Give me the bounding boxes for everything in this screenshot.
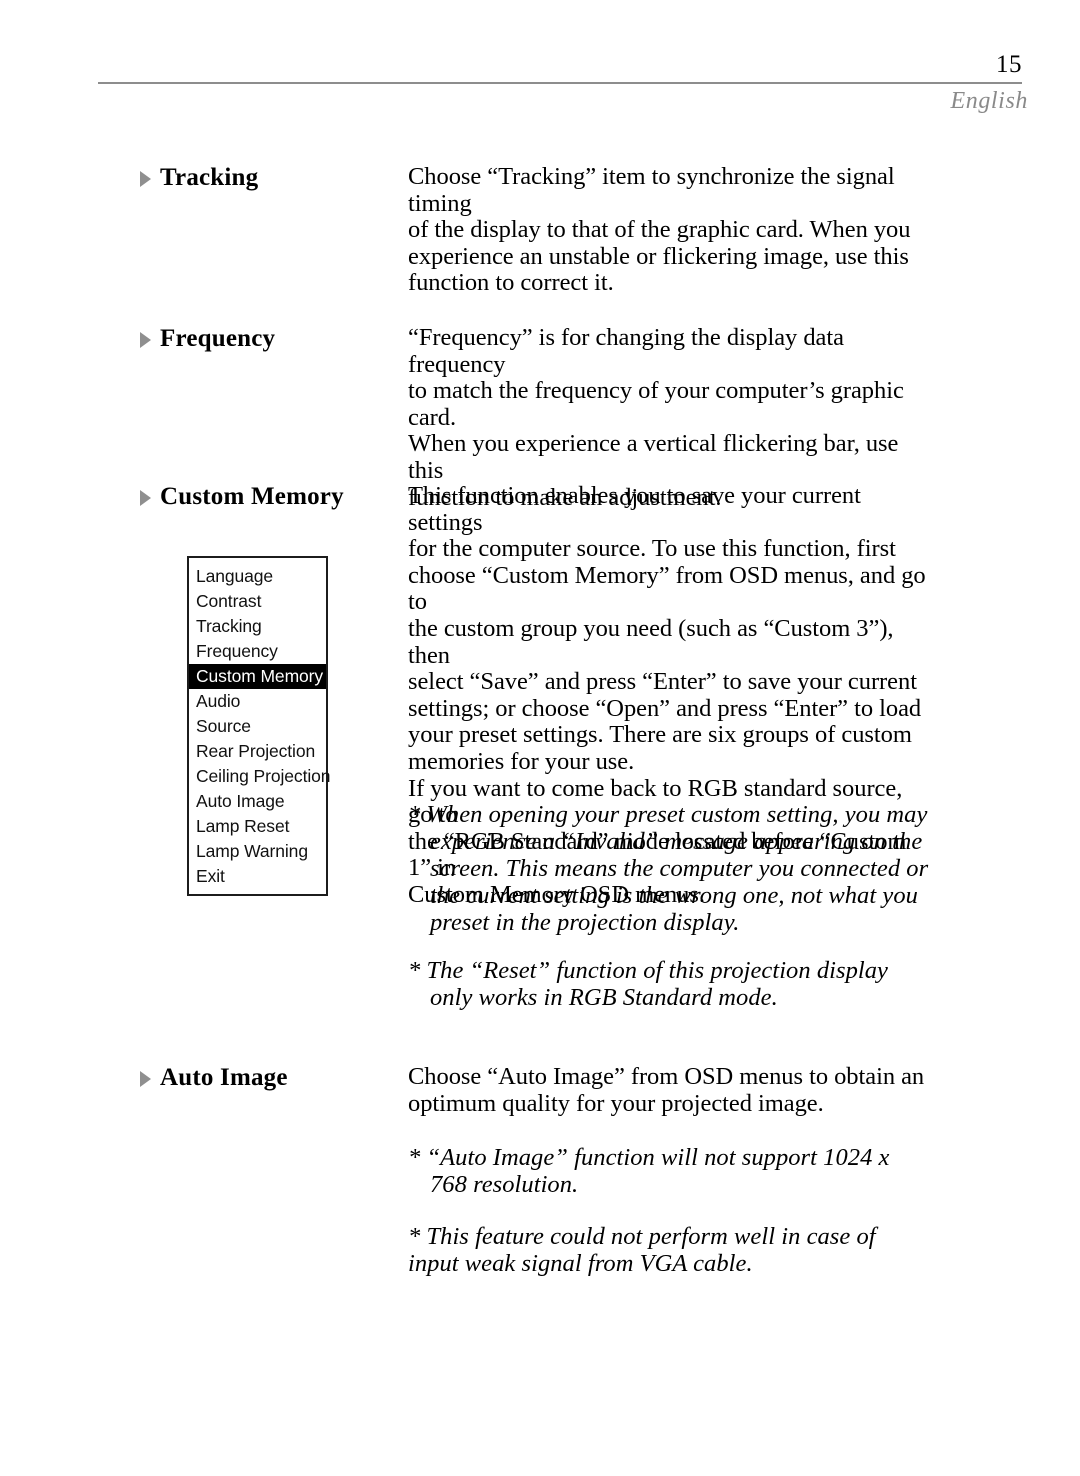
note-custom-memory-invalid: * When opening your preset custom settin…	[408, 801, 929, 936]
heading-custom-memory: Custom Memory	[140, 483, 390, 511]
note-custom-memory-reset: * The “Reset” function of this projectio…	[408, 957, 888, 1011]
triangle-right-icon	[140, 1071, 151, 1087]
osd-menu-item-rear-projection[interactable]: Rear Projection	[189, 739, 326, 764]
page-header: 15 English	[0, 0, 1080, 130]
osd-menu-item-auto-image[interactable]: Auto Image	[189, 789, 326, 814]
osd-menu-item-audio[interactable]: Audio	[189, 689, 326, 714]
heading-label: Auto Image	[160, 1064, 288, 1091]
note-auto-image-vga: * This feature could not perform well in…	[408, 1223, 876, 1277]
osd-menu-item-lamp-reset[interactable]: Lamp Reset	[189, 814, 326, 839]
triangle-right-icon	[140, 332, 151, 348]
note-auto-image-resolution: * “Auto Image” function will not support…	[408, 1144, 890, 1198]
heading-auto-image: Auto Image	[140, 1064, 390, 1092]
triangle-right-icon	[140, 490, 151, 506]
osd-menu-item-exit[interactable]: Exit	[189, 864, 326, 889]
header-divider	[98, 82, 1022, 84]
body-tracking: Choose “Tracking” item to synchronize th…	[408, 163, 911, 297]
osd-menu-item-ceiling-projection[interactable]: Ceiling Projection	[189, 764, 330, 789]
heading-label: Frequency	[160, 325, 276, 352]
heading-label: Tracking	[160, 164, 259, 191]
osd-menu-item-source[interactable]: Source	[189, 714, 326, 739]
body-auto-image: Choose “Auto Image” from OSD menus to ob…	[408, 1063, 925, 1117]
osd-menu-item-language[interactable]: Language	[189, 564, 326, 589]
osd-menu-item-contrast[interactable]: Contrast	[189, 589, 326, 614]
heading-tracking: Tracking	[140, 164, 390, 192]
osd-menu-item-lamp-warning[interactable]: Lamp Warning	[189, 839, 326, 864]
heading-label: Custom Memory	[160, 483, 344, 510]
language-label: English	[950, 88, 1028, 114]
triangle-right-icon	[140, 171, 151, 187]
osd-menu[interactable]: Language Contrast Tracking Frequency Cus…	[187, 556, 330, 896]
osd-menu-item-frequency[interactable]: Frequency	[189, 639, 326, 664]
page-number: 15	[996, 51, 1022, 78]
osd-menu-item-custom-memory[interactable]: Custom Memory	[189, 664, 326, 689]
heading-frequency: Frequency	[140, 325, 390, 353]
osd-menu-item-tracking[interactable]: Tracking	[189, 614, 326, 639]
